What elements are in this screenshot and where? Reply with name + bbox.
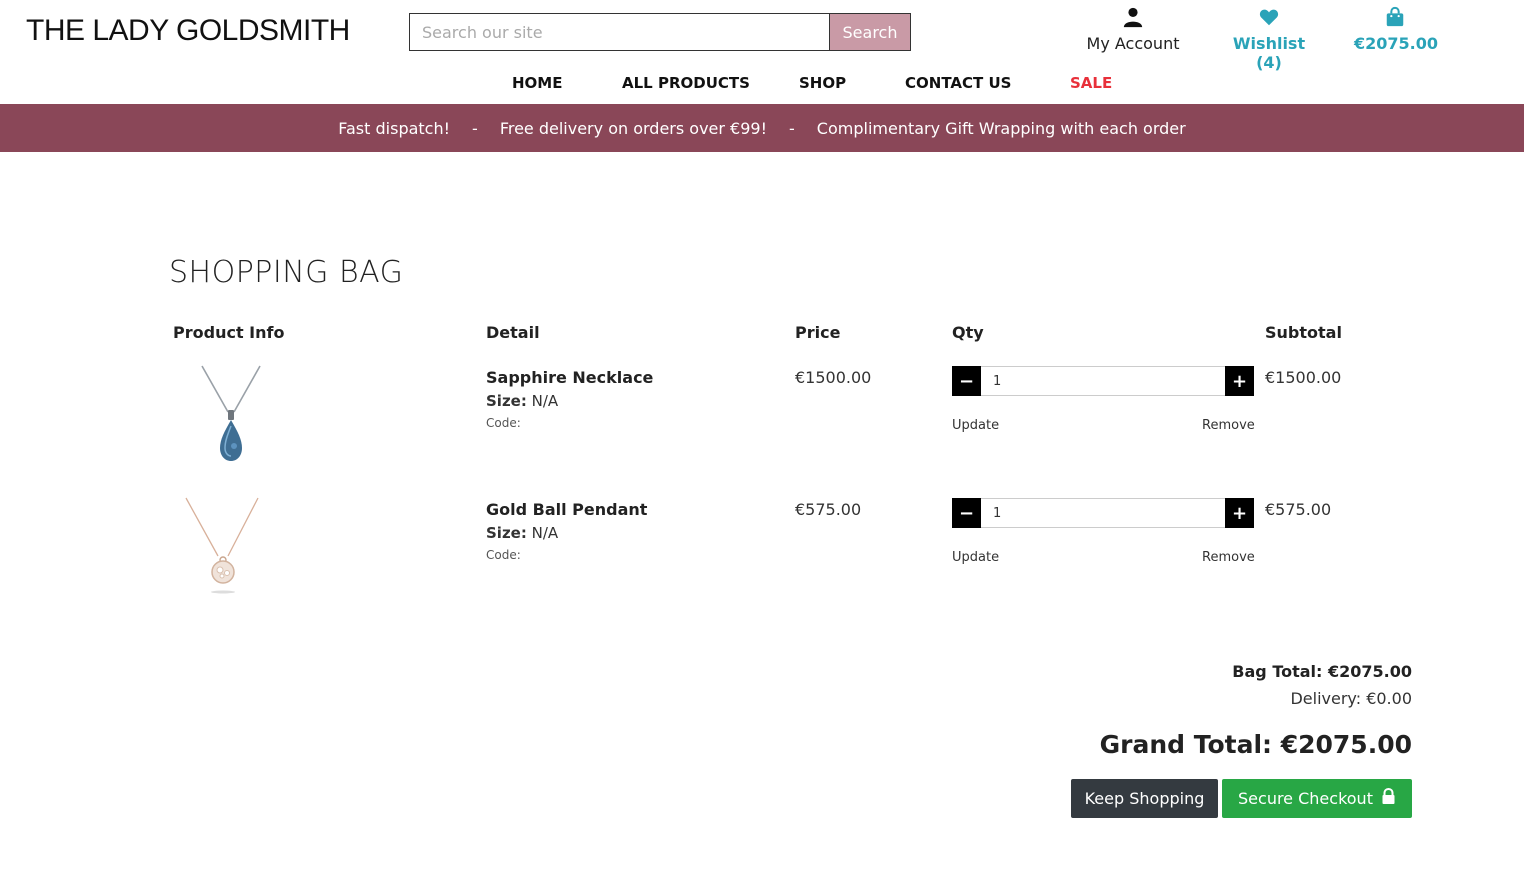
keep-shopping-label: Keep Shopping: [1084, 789, 1205, 808]
product-image-gold-ball-pendant[interactable]: [170, 496, 280, 606]
user-icon: [1083, 6, 1183, 30]
delivery-cost: Delivery: €0.00: [1290, 689, 1412, 708]
wishlist-label: Wishlist (4): [1232, 34, 1306, 72]
product-name[interactable]: Gold Ball Pendant: [486, 500, 647, 519]
decrement-button[interactable]: −: [952, 366, 981, 396]
quantity-input[interactable]: 1: [981, 499, 1225, 527]
remove-link[interactable]: Remove: [1202, 550, 1255, 565]
product-image-sapphire-necklace[interactable]: [170, 364, 280, 474]
secure-checkout-label: Secure Checkout: [1238, 789, 1373, 808]
lock-icon: [1381, 787, 1396, 809]
product-size: Size: N/A: [486, 392, 558, 410]
my-account-link[interactable]: My Account: [1083, 6, 1183, 53]
size-value: N/A: [531, 524, 559, 542]
search-button[interactable]: Search: [829, 13, 911, 51]
product-code: Code:: [486, 548, 521, 562]
keep-shopping-button[interactable]: Keep Shopping: [1071, 779, 1218, 818]
wishlist-link[interactable]: Wishlist (4): [1222, 6, 1316, 72]
bag-link[interactable]: €2075.00: [1354, 6, 1439, 53]
banner-free-delivery: Free delivery on orders over €99!: [499, 118, 768, 138]
shopping-bag-icon: [1354, 6, 1436, 30]
product-price: €575.00: [795, 500, 862, 519]
bag-total: Bag Total: €2075.00: [1232, 662, 1412, 681]
search-form: Search: [409, 13, 911, 51]
decrement-button[interactable]: −: [952, 498, 981, 528]
col-product-info: Product Info: [173, 323, 285, 342]
remove-link[interactable]: Remove: [1202, 418, 1255, 433]
banner-gift-wrapping: Complimentary Gift Wrapping with each or…: [816, 118, 1186, 138]
product-price: €1500.00: [795, 368, 872, 387]
nav-sale[interactable]: SALE: [1070, 74, 1112, 92]
product-subtotal: €575.00: [1265, 500, 1332, 519]
col-subtotal: Subtotal: [1265, 323, 1342, 342]
site-logo[interactable]: THE LADY GOLDSMITH: [26, 14, 350, 48]
grand-total: Grand Total: €2075.00: [1099, 730, 1412, 759]
quantity-input[interactable]: 1: [981, 367, 1225, 395]
product-subtotal: €1500.00: [1265, 368, 1342, 387]
search-input[interactable]: [409, 13, 829, 51]
my-account-label: My Account: [1086, 34, 1180, 53]
col-price: Price: [795, 323, 841, 342]
quantity-stepper: − 1 +: [952, 498, 1254, 528]
nav-shop[interactable]: SHOP: [799, 74, 846, 92]
update-link[interactable]: Update: [952, 550, 999, 565]
size-label: Size:: [486, 524, 527, 542]
nav-contact-us[interactable]: CONTACT US: [905, 74, 1011, 92]
col-qty: Qty: [952, 323, 984, 342]
size-value: N/A: [531, 392, 559, 410]
banner-separator: -: [472, 118, 478, 138]
update-link[interactable]: Update: [952, 418, 999, 433]
secure-checkout-button[interactable]: Secure Checkout: [1222, 779, 1412, 818]
heart-icon: [1222, 6, 1316, 30]
page-title: SHOPPING BAG: [169, 255, 404, 290]
col-detail: Detail: [486, 323, 540, 342]
promo-banner: Fast dispatch! - Free delivery on orders…: [0, 104, 1524, 152]
bag-total-label: €2075.00: [1354, 34, 1439, 53]
product-size: Size: N/A: [486, 524, 558, 542]
main-nav: HOME ALL PRODUCTS SHOP CONTACT US SALE: [0, 74, 1524, 94]
size-label: Size:: [486, 392, 527, 410]
increment-button[interactable]: +: [1225, 498, 1254, 528]
product-code: Code:: [486, 416, 521, 430]
quantity-stepper: − 1 +: [952, 366, 1254, 396]
nav-all-products[interactable]: ALL PRODUCTS: [622, 74, 750, 92]
nav-home[interactable]: HOME: [512, 74, 562, 92]
banner-fast-dispatch: Fast dispatch!: [338, 118, 451, 138]
banner-separator: -: [789, 118, 795, 138]
product-name[interactable]: Sapphire Necklace: [486, 368, 653, 387]
increment-button[interactable]: +: [1225, 366, 1254, 396]
